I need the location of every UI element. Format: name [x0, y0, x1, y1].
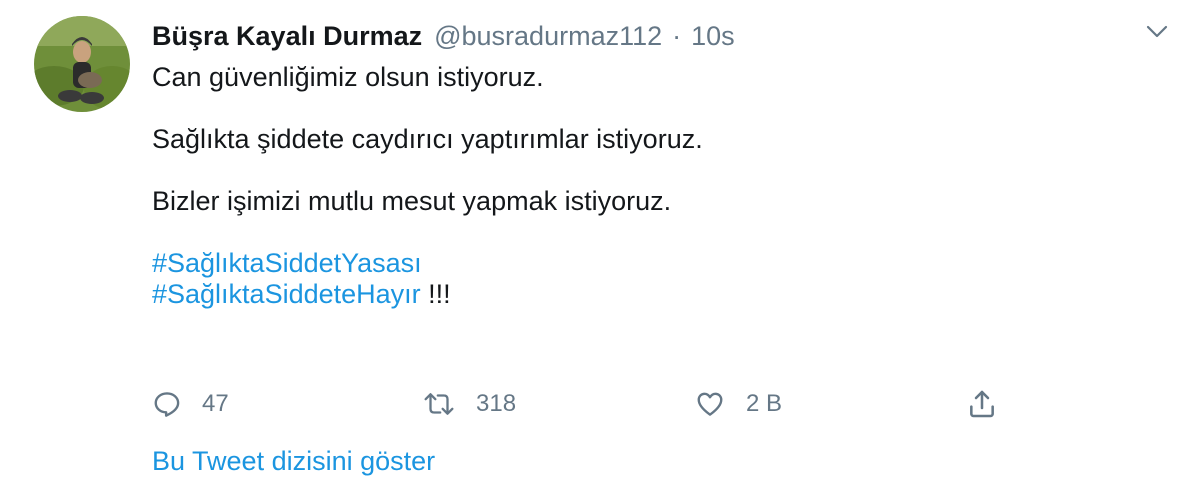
hashtag-link[interactable]: #SağlıktaSiddeteHayır [152, 279, 421, 309]
share-button[interactable] [966, 384, 998, 424]
hashtag-line: #SağlıktaSiddeteHayır !!! [152, 279, 1152, 310]
reply-button[interactable]: 47 [152, 384, 229, 424]
tweet-line: Sağlıkta şiddete caydırıcı yaptırımlar i… [152, 124, 703, 154]
share-icon [966, 388, 998, 420]
tweet-line: Bizler işimizi mutlu mesut yapmak istiyo… [152, 186, 672, 216]
heart-icon [694, 389, 726, 419]
username-handle[interactable]: @busradurmaz112 [434, 21, 662, 52]
retweet-count: 318 [476, 390, 517, 417]
paragraph-hashtags: #SağlıktaSiddetYasası #SağlıktaSiddeteHa… [152, 248, 1152, 310]
display-name[interactable]: Büşra Kayalı Durmaz [152, 21, 422, 52]
hashtag-link[interactable]: #SağlıktaSiddetYasası [152, 248, 422, 278]
action-bar: 47 318 2 B [152, 384, 1052, 424]
retweet-icon [422, 389, 456, 419]
show-thread-link[interactable]: Bu Tweet dizisini göster [152, 446, 435, 477]
separator-dot: · [672, 20, 682, 51]
tweet-text: Can güvenliğimiz olsun istiyoruz. Sağlık… [152, 62, 1152, 341]
reply-count: 47 [202, 390, 229, 417]
avatar[interactable] [34, 16, 130, 112]
more-options-button[interactable] [1140, 16, 1174, 50]
like-count: 2 B [746, 390, 783, 417]
tweet: Büşra Kayalı Durmaz @busradurmaz112 · 10… [0, 0, 1200, 491]
retweet-button[interactable]: 318 [422, 384, 516, 424]
paragraph-1: Can güvenliğimiz olsun istiyoruz. [152, 62, 1152, 93]
like-button[interactable]: 2 B [694, 384, 782, 424]
exclamation-text: !!! [420, 279, 451, 309]
paragraph-3: Bizler işimizi mutlu mesut yapmak istiyo… [152, 186, 1152, 217]
reply-icon [152, 389, 182, 419]
timestamp[interactable]: 10s [691, 21, 735, 52]
hashtag-line: #SağlıktaSiddetYasası [152, 248, 1152, 279]
tweet-line: Can güvenliğimiz olsun istiyoruz. [152, 62, 544, 92]
chevron-down-icon [1145, 19, 1169, 48]
paragraph-2: Sağlıkta şiddete caydırıcı yaptırımlar i… [152, 124, 1152, 155]
tweet-header: Büşra Kayalı Durmaz @busradurmaz112 · 10… [152, 16, 735, 56]
